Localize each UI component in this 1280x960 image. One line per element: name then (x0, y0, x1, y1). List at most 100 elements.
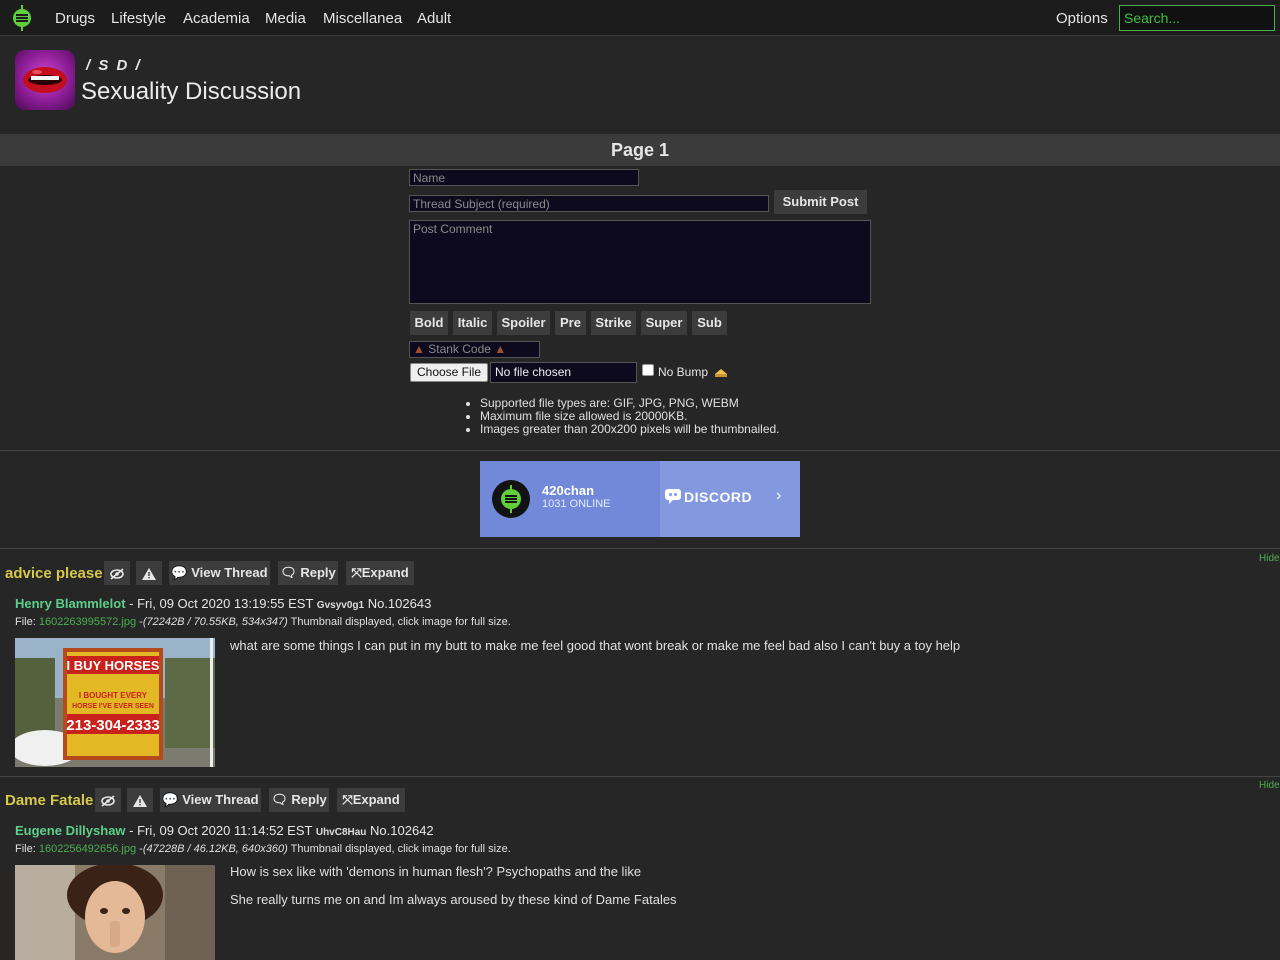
spoiler-button[interactable]: Spoiler (497, 311, 550, 335)
hide-thread-link[interactable]: Hide (1259, 780, 1280, 791)
post-comment: what are some things I can put in my but… (230, 638, 960, 653)
reply-label: Reply (300, 565, 336, 580)
rule-item: Images greater than 200x200 pixels will … (480, 423, 780, 436)
expand-label: Expand (361, 565, 409, 580)
bold-button[interactable]: Bold (410, 311, 448, 335)
thread-subject: Dame Fatale (5, 792, 94, 809)
divider (0, 548, 1280, 549)
lips-icon (23, 67, 67, 93)
choose-file-button[interactable]: Choose File (410, 363, 488, 382)
comment-textarea[interactable] (409, 220, 871, 304)
file-info: File: 1602256492656.jpg -(47228B / 46.12… (15, 843, 511, 855)
search-input[interactable] (1119, 5, 1275, 31)
nav-adult[interactable]: Adult (417, 10, 451, 27)
report-warning-icon[interactable] (136, 561, 162, 585)
report-warning-icon[interactable] (127, 788, 153, 812)
post-header: Henry Blammlelot - Fri, 09 Oct 2020 13:1… (15, 596, 431, 611)
comment-line: How is sex like with 'demons in human fl… (230, 864, 642, 879)
stank-code-placeholder: Stank Code (428, 342, 491, 356)
thumb-sign-title: I BUY HORSES (67, 658, 160, 673)
subject-input[interactable] (409, 195, 769, 212)
poster-id: Gvsyv0g1 (316, 600, 365, 611)
reply-button[interactable]: 🗨 Reply (269, 788, 329, 812)
comment-line: She really turns me on and Im always aro… (230, 892, 677, 907)
file-label: File: (15, 616, 39, 628)
file-link[interactable]: 1602263995572.jpg (39, 616, 136, 628)
post-date: - Fri, 09 Oct 2020 13:19:55 EST (125, 596, 317, 611)
poster-id: UhvC8Hau (315, 827, 367, 838)
discord-server-name: 420chan (542, 483, 595, 498)
expand-icon: ⤧ (342, 792, 353, 807)
hide-eye-icon[interactable] (95, 788, 121, 812)
reply-button[interactable]: 🗨 Reply (278, 561, 338, 585)
view-thread-button[interactable]: 💬 View Thread (169, 561, 270, 585)
divider (0, 776, 1280, 777)
sub-button[interactable]: Sub (692, 311, 727, 335)
nav-academia[interactable]: Academia (183, 10, 250, 27)
submit-post-button[interactable]: Submit Post (774, 190, 867, 214)
name-input[interactable] (409, 169, 639, 186)
post-thumbnail[interactable]: I BUY HORSES I BOUGHT EVERY HORSE I'VE E… (15, 638, 215, 767)
post-comment: How is sex like with 'demons in human fl… (230, 864, 677, 914)
no-bump-checkbox[interactable] (642, 364, 654, 376)
site-logo-icon[interactable] (8, 4, 36, 32)
upload-rules: Supported file types are: GIF, JPG, PNG,… (462, 397, 780, 436)
file-note: Thumbnail displayed, click image for ful… (287, 843, 511, 855)
file-label: File: (15, 843, 39, 855)
post-date: - Fri, 09 Oct 2020 11:14:52 EST (125, 823, 316, 838)
expand-button[interactable]: ⤧Expand (346, 561, 414, 585)
expand-button[interactable]: ⤧Expand (337, 788, 405, 812)
expand-icon: ⤧ (351, 565, 362, 580)
post-thumbnail[interactable] (15, 865, 215, 960)
nav-miscellanea[interactable]: Miscellanea (323, 10, 402, 27)
post-header: Eugene Dillyshaw - Fri, 09 Oct 2020 11:1… (15, 823, 434, 838)
file-meta: (72242B / 70.55KB, 534x347) (142, 616, 288, 628)
chat-bubbles-icon: 💬 (171, 565, 188, 580)
top-nav-bar: Drugs Lifestyle Academia Media Miscellan… (0, 0, 1280, 36)
poster-name: Eugene Dillyshaw (15, 823, 126, 838)
board-code: / S D / (86, 57, 142, 74)
nav-drugs[interactable]: Drugs (55, 10, 95, 27)
strike-button[interactable]: Strike (591, 311, 636, 335)
no-bump-label: No Bump (658, 365, 709, 379)
discord-chat-icon (664, 487, 682, 505)
view-thread-button[interactable]: 💬 View Thread (160, 788, 261, 812)
nav-media[interactable]: Media (265, 10, 306, 27)
view-thread-label: View Thread (191, 565, 268, 580)
options-link[interactable]: Options (1056, 10, 1108, 27)
board-title: Sexuality Discussion (81, 78, 302, 105)
view-thread-label: View Thread (182, 792, 259, 807)
chevron-right-icon: › (776, 487, 782, 504)
discord-brand: DISCORD (684, 489, 753, 505)
file-info: File: 1602263995572.jpg -(72242B / 70.55… (15, 616, 511, 628)
post-number[interactable]: No.102642 (370, 823, 434, 838)
expand-label: Expand (352, 792, 400, 807)
poop-icon: ▲ (413, 342, 425, 356)
comment-line: what are some things I can put in my but… (230, 638, 961, 653)
pre-button[interactable]: Pre (555, 311, 586, 335)
italic-button[interactable]: Italic (453, 311, 492, 335)
discord-banner[interactable]: 420chan 1031 ONLINE DISCORD › (480, 461, 800, 537)
reply-bubble-icon: 🗨 (280, 565, 297, 580)
nav-lifestyle[interactable]: Lifestyle (111, 10, 166, 27)
stank-code-input[interactable]: ▲ Stank Code ▲ (409, 341, 540, 358)
super-button[interactable]: Super (641, 311, 687, 335)
post-number[interactable]: No.102643 (368, 596, 432, 611)
thumb-sign-line: HORSE I'VE EVER SEEN (72, 703, 154, 710)
hide-eye-icon[interactable] (104, 561, 130, 585)
page-label: Page 1 (610, 140, 670, 160)
reply-label: Reply (291, 792, 327, 807)
hide-thread-link[interactable]: Hide (1259, 553, 1280, 564)
board-icon (15, 50, 75, 110)
file-link[interactable]: 1602256492656.jpg (39, 843, 136, 855)
page-bar: Page 1 (0, 134, 1280, 166)
sandwich-icon (714, 366, 728, 377)
reply-bubble-icon: 🗨 (271, 792, 288, 807)
file-meta: (47228B / 46.12KB, 640x360) (142, 843, 288, 855)
thumb-sign-phone: 213-304-2333 (66, 717, 159, 734)
file-note: Thumbnail displayed, click image for ful… (287, 616, 511, 628)
poster-name: Henry Blammlelot (15, 596, 126, 611)
thread-subject: advice please (5, 565, 103, 582)
divider (0, 450, 1280, 451)
file-status: No file chosen (490, 362, 637, 383)
